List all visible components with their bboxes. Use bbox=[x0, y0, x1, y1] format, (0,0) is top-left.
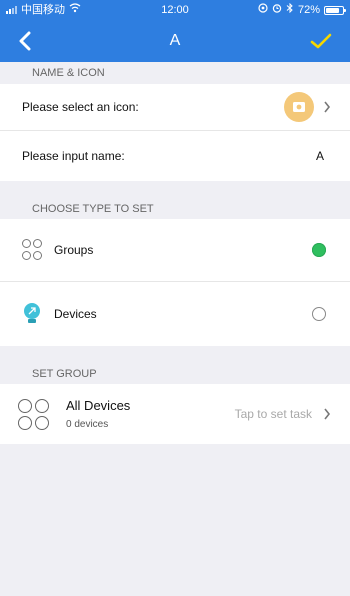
battery-icon bbox=[324, 5, 346, 15]
location-icon bbox=[258, 0, 268, 20]
navigation-bar: A bbox=[0, 20, 350, 62]
group-count: 0 devices bbox=[66, 419, 109, 430]
type-option-devices[interactable]: Devices bbox=[0, 282, 350, 346]
chevron-right-icon bbox=[320, 100, 334, 114]
selected-icon-avatar[interactable] bbox=[284, 92, 314, 122]
input-name-label: Please input name: bbox=[22, 149, 125, 163]
name-value[interactable]: A bbox=[316, 149, 324, 163]
group-icon bbox=[18, 398, 54, 430]
section-header-set-group: SET GROUP bbox=[32, 368, 97, 380]
bulb-icon bbox=[22, 302, 42, 326]
section-header-type: CHOOSE TYPE TO SET bbox=[32, 203, 154, 215]
groups-radio[interactable] bbox=[312, 243, 326, 257]
select-icon-label: Please select an icon: bbox=[22, 100, 139, 114]
checkmark-icon bbox=[310, 33, 332, 49]
status-right: 72% bbox=[258, 0, 346, 20]
groups-icon bbox=[22, 239, 44, 261]
set-task-link[interactable]: Tap to set task bbox=[235, 407, 312, 421]
confirm-button[interactable] bbox=[306, 26, 336, 56]
devices-radio[interactable] bbox=[312, 307, 326, 321]
group-name: All Devices bbox=[66, 398, 131, 413]
select-icon-row[interactable]: Please select an icon: bbox=[0, 84, 350, 130]
top-bar: 中国移动 12:00 72% A bbox=[0, 0, 350, 62]
group-info: All Devices 0 devices bbox=[66, 398, 130, 430]
devices-label: Devices bbox=[54, 307, 97, 321]
section-header-name-icon: NAME & ICON bbox=[32, 67, 105, 79]
device-placeholder-icon bbox=[293, 102, 305, 112]
alarm-icon bbox=[272, 0, 282, 20]
bluetooth-icon bbox=[286, 0, 294, 20]
chevron-right-icon bbox=[320, 407, 334, 421]
group-row-all-devices[interactable]: All Devices 0 devices Tap to set task bbox=[0, 384, 350, 444]
groups-label: Groups bbox=[54, 243, 94, 257]
type-option-groups[interactable]: Groups bbox=[0, 219, 350, 281]
page-title: A bbox=[169, 32, 181, 49]
input-name-row[interactable]: Please input name: A bbox=[0, 131, 350, 181]
status-bar: 中国移动 12:00 72% bbox=[0, 0, 350, 20]
battery-percent: 72% bbox=[297, 4, 320, 16]
